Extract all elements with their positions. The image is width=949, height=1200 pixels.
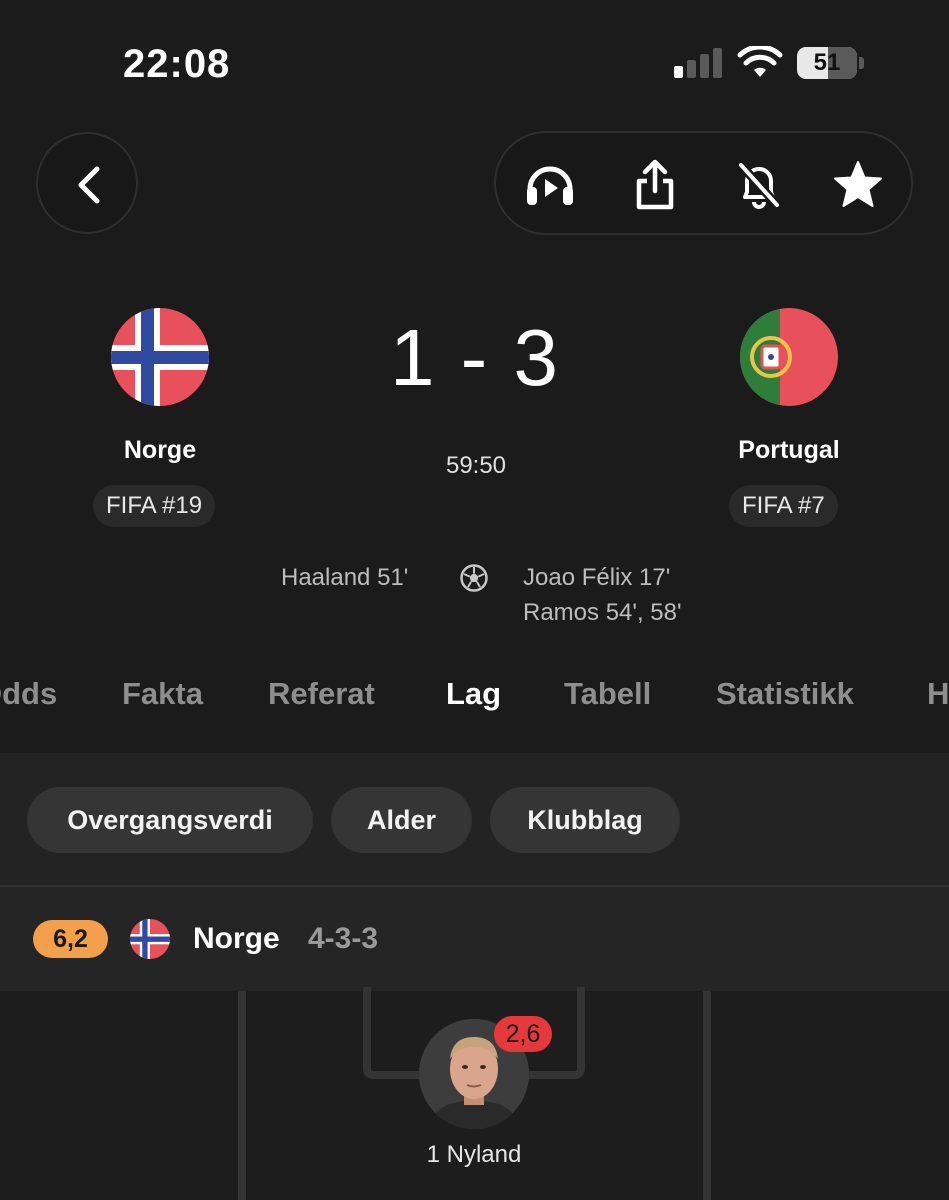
norway-flag-icon[interactable] bbox=[111, 308, 209, 406]
norway-flag-icon bbox=[130, 919, 170, 959]
match-header: 22:08 51 Norge FIFA #19 1 - 3 59:50 Port… bbox=[0, 0, 949, 753]
tab-tabell[interactable]: Tabell bbox=[564, 676, 651, 712]
lineup-pitch: 2,6 1 Nyland bbox=[0, 987, 949, 1200]
battery-percent: 51 bbox=[813, 49, 841, 76]
filter-alder[interactable]: Alder bbox=[331, 787, 472, 853]
filter-klubblag[interactable]: Klubblag bbox=[490, 787, 680, 853]
chevron-left-icon bbox=[78, 166, 100, 204]
lineup-formation: 4-3-3 bbox=[308, 922, 379, 955]
football-icon bbox=[460, 564, 488, 592]
team-rating-badge: 6,2 bbox=[33, 920, 108, 958]
battery-icon: 51 bbox=[797, 47, 857, 79]
cellular-signal-icon bbox=[674, 48, 722, 78]
player-name[interactable]: 1 Nyland bbox=[374, 1141, 574, 1169]
status-time: 22:08 bbox=[123, 42, 231, 86]
tab-lag[interactable]: Lag bbox=[446, 676, 501, 712]
match-tabs: Odds Fakta Referat Lag Tabell Statistikk… bbox=[0, 676, 949, 726]
tab-odds[interactable]: Odds bbox=[0, 676, 57, 712]
lineup-team-name: Norge bbox=[193, 922, 280, 955]
away-fifa-rank: FIFA #7 bbox=[729, 485, 838, 527]
wifi-icon bbox=[737, 46, 783, 77]
battery-tip bbox=[859, 57, 864, 69]
match-screen: 22:08 51 Norge FIFA #19 1 - 3 59:50 Port… bbox=[0, 0, 949, 1200]
lineup-filters: Overgangsverdi Alder Klubblag bbox=[0, 753, 949, 885]
lineup-team-bar: 6,2 Norge 4-3-3 bbox=[0, 887, 949, 991]
filter-overgangsverdi[interactable]: Overgangsverdi bbox=[27, 787, 313, 853]
back-button[interactable] bbox=[36, 132, 138, 234]
home-fifa-rank: FIFA #19 bbox=[93, 485, 216, 527]
share-icon[interactable] bbox=[627, 157, 683, 213]
headphones-play-icon[interactable] bbox=[522, 157, 578, 213]
pitch-line bbox=[703, 991, 711, 1200]
away-scorer: Ramos 54', 58' bbox=[523, 599, 682, 626]
match-actions bbox=[494, 131, 913, 235]
away-scorer: Joao Félix 17' bbox=[523, 564, 671, 591]
player-rating-badge: 2,6 bbox=[494, 1016, 552, 1052]
home-team-name[interactable]: Norge bbox=[60, 436, 260, 465]
away-team-name[interactable]: Portugal bbox=[689, 436, 889, 465]
tab-referat[interactable]: Referat bbox=[268, 676, 375, 712]
portugal-flag-icon[interactable] bbox=[740, 308, 838, 406]
home-scorer: Haaland 51' bbox=[281, 564, 409, 591]
bell-off-icon[interactable] bbox=[731, 157, 787, 213]
tab-fakta[interactable]: Fakta bbox=[122, 676, 203, 712]
match-clock: 59:50 bbox=[445, 452, 507, 479]
star-icon[interactable] bbox=[830, 157, 886, 213]
pitch-line bbox=[238, 991, 246, 1200]
match-score: 1 - 3 bbox=[389, 313, 561, 402]
tab-h[interactable]: H bbox=[927, 676, 949, 712]
tab-statistikk[interactable]: Statistikk bbox=[716, 676, 854, 712]
